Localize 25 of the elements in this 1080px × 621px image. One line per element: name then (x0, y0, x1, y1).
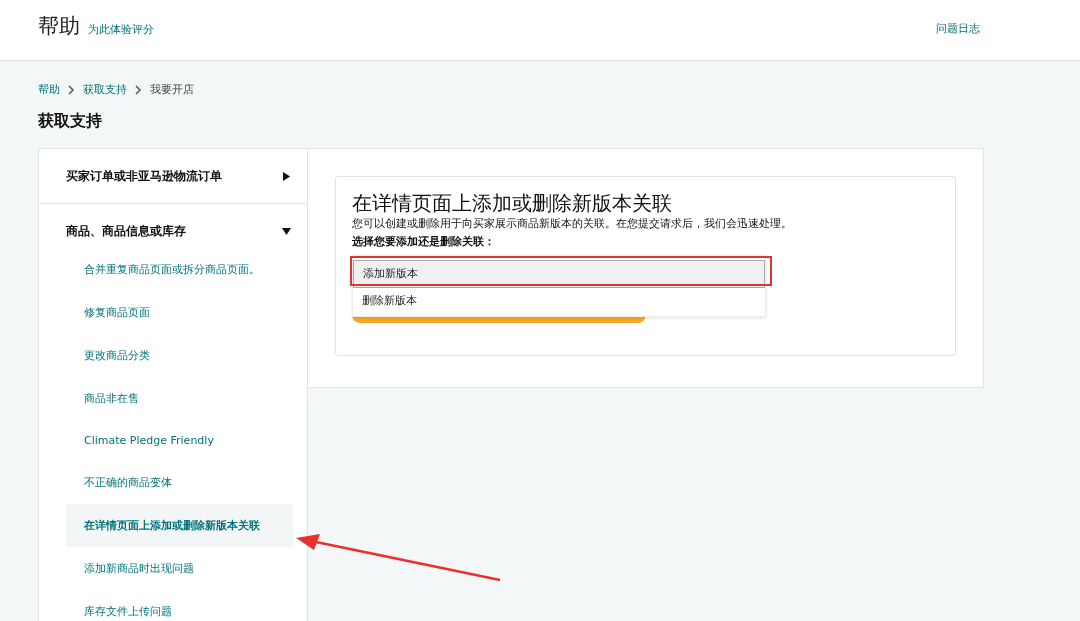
subcategory-item[interactable]: 修复商品页面 (66, 291, 293, 334)
subcategory-item[interactable]: Climate Pledge Friendly (66, 420, 293, 461)
category-header[interactable]: 买家订单或非亚马逊物流订单 (39, 149, 307, 203)
page-title: 获取支持 (38, 111, 103, 132)
breadcrumb-link[interactable]: 获取支持 (83, 82, 127, 97)
card-description: 您可以创建或删除用于向买家展示商品新版本的关联。在您提交请求后，我们会迅速处理。 (352, 216, 793, 231)
dropdown-option[interactable]: 删除新版本 (353, 288, 765, 314)
breadcrumb-current: 我要开店 (150, 82, 194, 97)
subcategory-item[interactable]: 添加新商品时出现问题 (66, 547, 293, 590)
dropdown-option[interactable]: 添加新版本 (353, 260, 765, 288)
breadcrumb-link[interactable]: 帮助 (38, 82, 60, 97)
subcategory-item[interactable]: 库存文件上传问题 (66, 590, 293, 621)
chevron-right-icon (135, 84, 142, 95)
rate-experience-link[interactable]: 为此体验评分 (88, 22, 154, 37)
subcategory-item[interactable]: 在详情页面上添加或删除新版本关联 (66, 504, 293, 547)
subcategory-item[interactable]: 合并重复商品页面或拆分商品页面。 (66, 248, 293, 291)
question-label: 选择您要添加还是删除关联： (352, 234, 496, 249)
help-title: 帮助 (38, 13, 80, 40)
card-title: 在详情页面上添加或删除新版本关联 (352, 191, 673, 215)
subcategory-item[interactable]: 商品非在售 (66, 377, 293, 420)
subcategory-item[interactable]: 不正确的商品变体 (66, 461, 293, 504)
case-log-link[interactable]: 问题日志 (936, 20, 980, 36)
chevron-right-icon (68, 84, 75, 95)
subcategory-item[interactable]: 更改商品分类 (66, 334, 293, 377)
category-header[interactable]: 商品、商品信息或库存 (39, 204, 307, 248)
